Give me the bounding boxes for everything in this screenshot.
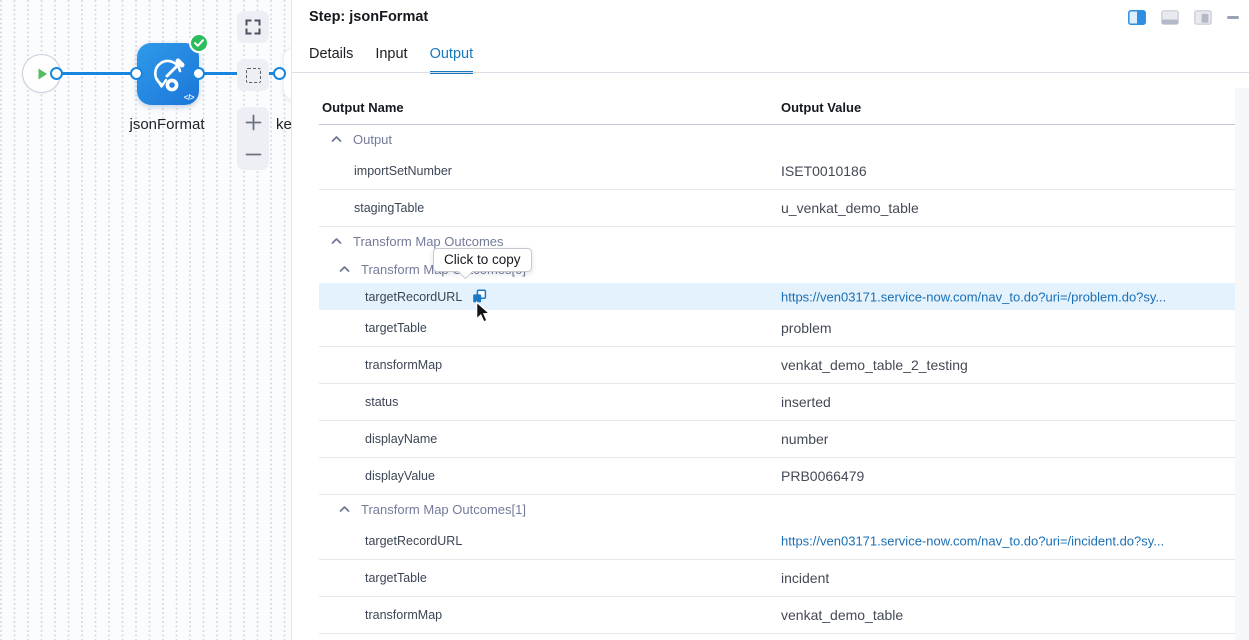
next-node-label: ke [276, 116, 292, 133]
step-node-jsonformat[interactable]: </> [137, 43, 199, 105]
output-name: displayName [365, 432, 437, 446]
mouse-cursor [475, 301, 491, 323]
tabs-divider [292, 72, 1249, 73]
output-value: u_venkat_demo_table [781, 200, 919, 216]
group-label: Transform Map Outcomes [353, 234, 504, 249]
output-row-targetrecordurl[interactable]: targetRecordURL https://ven03171.service-… [319, 523, 1235, 560]
output-table: Output Name Output Value Output importSet… [319, 96, 1235, 634]
output-table-header: Output Name Output Value [319, 96, 1235, 125]
panel-window-controls [1128, 10, 1239, 25]
output-row-transformmap[interactable]: transformMap venkat_demo_table_2_testing [319, 347, 1235, 384]
output-value: inserted [781, 394, 831, 410]
output-row-targettable[interactable]: targetTable problem [319, 310, 1235, 347]
step-detail-panel: Step: jsonFormat Details Input Output [291, 0, 1249, 640]
output-name: targetRecordURL [365, 290, 462, 304]
output-value: PRB0066479 [781, 468, 864, 484]
chevron-up-icon[interactable] [339, 505, 350, 513]
zoom-out-button[interactable] [245, 146, 262, 163]
output-row-status[interactable]: status inserted [319, 384, 1235, 421]
connector-dot[interactable] [50, 67, 63, 80]
output-row-displayname[interactable]: displayName number [319, 421, 1235, 458]
output-name: status [365, 395, 398, 409]
layout-overlay-panel-button[interactable] [1194, 10, 1212, 25]
chevron-up-icon[interactable] [331, 135, 342, 143]
output-row-importsetnumber[interactable]: importSetNumber ISET0010186 [319, 153, 1235, 190]
group-label: Transform Map Outcomes[1] [361, 502, 526, 517]
output-name: stagingTable [354, 201, 424, 215]
output-value: venkat_demo_table_2_testing [781, 357, 968, 373]
layout-bottom-panel-button[interactable] [1161, 10, 1179, 25]
marquee-select-button[interactable] [237, 59, 269, 91]
connector-dot[interactable] [273, 67, 286, 80]
output-rows: Output importSetNumber ISET0010186 stagingT… [319, 125, 1235, 634]
success-check-icon [189, 33, 209, 53]
connector-dot[interactable] [130, 67, 143, 80]
fit-screen-icon [245, 19, 261, 35]
zoom-in-button[interactable] [245, 114, 262, 131]
tab-output[interactable]: Output [430, 46, 474, 74]
output-value: venkat_demo_table [781, 607, 903, 623]
output-value-link[interactable]: https://ven03171.service-now.com/nav_to.… [781, 289, 1166, 304]
marquee-select-icon [246, 68, 261, 83]
output-name: displayValue [365, 469, 435, 483]
scrollbar-track[interactable] [1235, 88, 1249, 640]
output-row-displayvalue[interactable]: displayValue PRB0066479 [319, 458, 1235, 495]
detail-tabs: Details Input Output [309, 46, 473, 74]
output-row-targettable[interactable]: targetTable incident [319, 560, 1235, 597]
fit-screen-button[interactable] [237, 11, 269, 43]
output-name: transformMap [365, 608, 442, 622]
output-name: targetRecordURL [365, 534, 462, 548]
step-node-label: jsonFormat [107, 116, 227, 133]
column-header-value: Output Value [781, 100, 861, 115]
output-row-stagingtable[interactable]: stagingTable u_venkat_demo_table [319, 190, 1235, 227]
output-value-link[interactable]: https://ven03171.service-now.com/nav_to.… [781, 534, 1164, 549]
output-name: transformMap [365, 358, 442, 372]
zoom-controls [237, 107, 269, 170]
output-value: ISET0010186 [781, 163, 867, 179]
output-name: targetTable [365, 571, 427, 585]
panel-title: Step: jsonFormat [309, 9, 428, 25]
copy-tooltip: Click to copy [433, 248, 532, 272]
output-name: targetTable [365, 321, 427, 335]
chevron-up-icon[interactable] [331, 237, 342, 245]
flow-designer-window: </> jsonFormat ke [0, 0, 1249, 640]
group-label: Output [353, 132, 392, 147]
column-header-name: Output Name [322, 100, 404, 115]
tab-input[interactable]: Input [375, 46, 407, 74]
output-row-targetrecordurl[interactable]: targetRecordURL https://ven03171.service-… [319, 283, 1235, 310]
play-icon [35, 67, 49, 81]
connector-dot[interactable] [192, 67, 205, 80]
chevron-up-icon[interactable] [339, 265, 350, 273]
collapse-panel-button[interactable] [1227, 16, 1239, 19]
flow-canvas[interactable]: </> jsonFormat ke [0, 0, 291, 640]
output-value: problem [781, 320, 832, 336]
output-value: incident [781, 570, 829, 586]
group-row-output[interactable]: Output [319, 125, 1235, 153]
code-icon: </> [184, 93, 194, 102]
output-name: importSetNumber [354, 164, 452, 178]
output-value: number [781, 431, 828, 447]
tab-details[interactable]: Details [309, 46, 353, 74]
group-row-transform-map-outcomes-1[interactable]: Transform Map Outcomes[1] [319, 495, 1235, 523]
layout-right-panel-button[interactable] [1128, 10, 1146, 25]
output-row-transformmap[interactable]: transformMap venkat_demo_table [319, 597, 1235, 634]
